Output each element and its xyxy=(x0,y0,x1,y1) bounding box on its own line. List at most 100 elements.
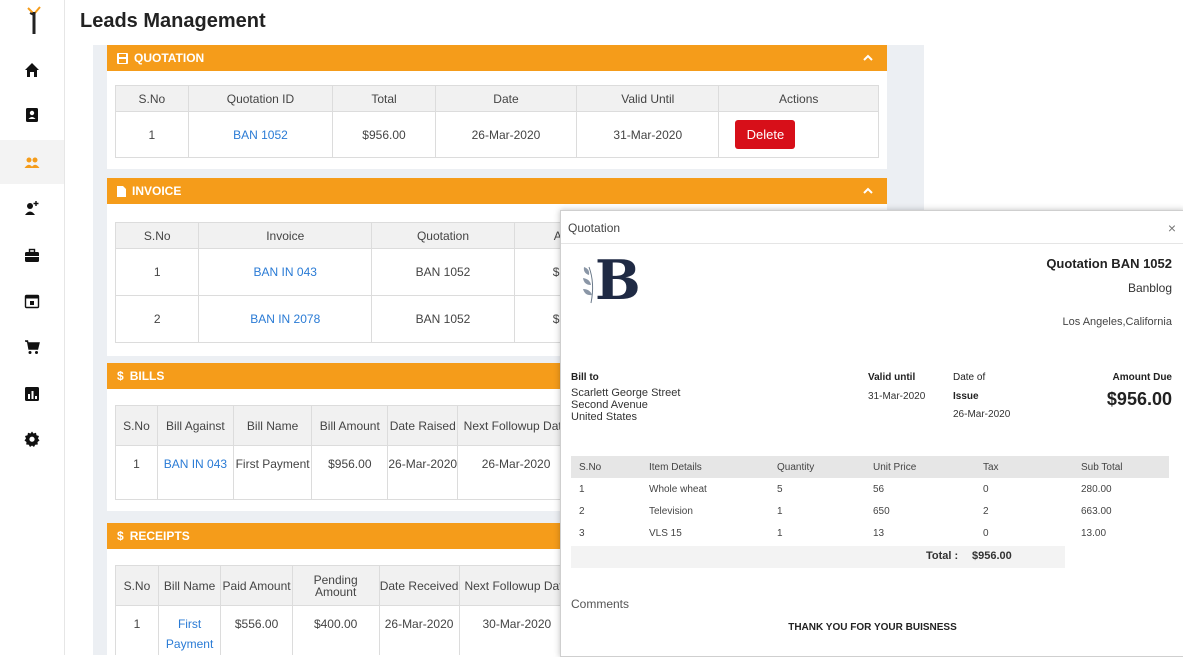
quotation-id-link[interactable]: BAN 1052 xyxy=(187,111,334,158)
delete-button[interactable]: Delete xyxy=(735,120,796,149)
company-logo: B xyxy=(581,251,641,311)
dollar-icon: $ xyxy=(117,529,124,543)
bill-name-cell: First Payment xyxy=(232,445,313,500)
item-details: Television xyxy=(649,505,693,517)
page-title: Leads Management xyxy=(80,10,266,32)
issue-date: 26-Mar-2020 xyxy=(953,409,1011,420)
app-logo[interactable] xyxy=(22,4,46,36)
home-icon xyxy=(25,63,39,77)
amount-due-value: $956.00 xyxy=(1106,389,1172,409)
item-sno: 1 xyxy=(579,483,585,495)
item-tax: 2 xyxy=(983,505,989,517)
sidebar-item-leads[interactable] xyxy=(0,140,64,184)
bill-against-link[interactable]: BAN IN 043 xyxy=(156,445,234,500)
company-location: Los Angeles,California xyxy=(1062,316,1172,328)
column-header: Bill Name xyxy=(232,405,313,446)
comments-label: Comments xyxy=(571,597,630,611)
quotation-panel: QUOTATION S.No Quotation ID Total Date V… xyxy=(107,45,887,169)
chevron-up-icon[interactable] xyxy=(861,51,875,65)
address-line: Second Avenue xyxy=(571,399,648,411)
sidebar-item-home[interactable] xyxy=(0,48,64,92)
cart-icon xyxy=(25,340,40,354)
sidebar-item-reports[interactable] xyxy=(0,372,64,416)
item-unit-price: 13 xyxy=(873,527,885,539)
column-header: S.No xyxy=(571,456,641,478)
invoice-link[interactable]: BAN IN 2078 xyxy=(198,295,373,343)
quotation-table: S.No Quotation ID Total Date Valid Until… xyxy=(115,85,879,158)
column-header: Bill Against xyxy=(156,405,234,446)
modal-title: Quotation xyxy=(568,221,621,235)
items-table: S.No Item Details Quantity Unit Price Ta… xyxy=(571,456,1169,544)
table-row: 1 BAN 1052 $956.00 26-Mar-2020 31-Mar-20… xyxy=(115,111,879,158)
modal-header: Quotation × xyxy=(561,211,1183,244)
bill-name-link[interactable]: First Payment xyxy=(157,605,222,655)
date-received-cell: 26-Mar-2020 xyxy=(378,605,460,655)
total-cell: $956.00 xyxy=(332,111,436,158)
column-header: Total xyxy=(332,85,436,112)
column-header: Date Received xyxy=(378,565,460,606)
quotation-number: Quotation BAN 1052 xyxy=(1046,256,1172,271)
item-sno: 3 xyxy=(579,527,585,539)
column-header: Next Followup Date xyxy=(458,565,576,606)
valid-until-date: 31-Mar-2020 xyxy=(868,391,926,402)
sidebar-item-contacts[interactable] xyxy=(0,93,64,137)
item-unit-price: 56 xyxy=(873,483,885,495)
item-quantity: 1 xyxy=(777,505,783,517)
pending-amount-cell: $400.00 xyxy=(291,605,380,655)
bill-to-address: Scarlett George Street Second Avenue Uni… xyxy=(571,387,680,423)
sno-cell: 1 xyxy=(114,248,200,296)
sno-cell: 1 xyxy=(115,605,159,655)
dollar-icon: $ xyxy=(117,369,124,383)
quotation-cell: BAN 1052 xyxy=(371,248,515,296)
valid-until-label: Valid until xyxy=(868,372,916,383)
column-header: S.No xyxy=(115,85,189,112)
sidebar-item-calendar[interactable] xyxy=(0,279,64,323)
item-tax: 0 xyxy=(983,483,989,495)
report-icon xyxy=(25,387,39,401)
quotation-panel-header[interactable]: QUOTATION xyxy=(107,45,887,71)
table-row: 3 VLS 15 1 13 0 13.00 xyxy=(571,522,1169,544)
logo-letter: B xyxy=(595,248,641,312)
column-header: Item Details xyxy=(641,456,769,478)
item-quantity: 5 xyxy=(777,483,783,495)
column-header: Pending Amount xyxy=(291,565,380,606)
sno-cell: 1 xyxy=(115,445,158,500)
item-details: Whole wheat xyxy=(649,483,707,495)
quotation-cell: BAN 1052 xyxy=(371,295,515,343)
column-header: Date xyxy=(434,85,578,112)
company-name: Banblog xyxy=(1127,281,1172,295)
invoice-panel-header[interactable]: INVOICE xyxy=(107,178,887,204)
sidebar-item-deals[interactable] xyxy=(0,234,64,278)
sidebar xyxy=(0,0,65,655)
actions-cell: Delete xyxy=(718,111,879,158)
column-header: Next Followup Date xyxy=(457,405,575,446)
item-quantity: 1 xyxy=(777,527,783,539)
thank-you-note: THANK YOU FOR YOUR BUISNESS xyxy=(788,622,957,633)
sidebar-item-cart[interactable] xyxy=(0,325,64,369)
column-header: Sub Total xyxy=(1073,456,1169,478)
invoice-link[interactable]: BAN IN 043 xyxy=(198,248,373,296)
total-row: Total : $956.00 xyxy=(571,546,1065,568)
column-header: Bill Name xyxy=(157,565,222,606)
close-icon[interactable]: × xyxy=(1168,220,1176,236)
sidebar-item-settings[interactable] xyxy=(0,417,64,461)
bill-to-label: Bill to xyxy=(571,372,599,383)
quotation-heading: QUOTATION xyxy=(134,51,205,65)
column-header: S.No xyxy=(115,565,159,606)
date-of-label: Date of xyxy=(953,372,986,383)
users-icon xyxy=(24,157,40,168)
column-header: S.No xyxy=(114,222,200,249)
quotation-modal: Quotation × B Quotation BAN 1052 Banblog… xyxy=(560,210,1183,657)
column-header: Paid Amount xyxy=(220,565,293,606)
invoice-heading: INVOICE xyxy=(132,184,182,198)
invoice-table: S.No Invoice Quotation Amount 1 BAN IN 0… xyxy=(114,222,636,343)
sidebar-item-add-user[interactable] xyxy=(0,186,64,230)
sno-cell: 2 xyxy=(114,295,200,343)
chevron-up-icon[interactable] xyxy=(861,184,875,198)
total-value: $956.00 xyxy=(972,550,1012,562)
column-header: Actions xyxy=(718,85,879,112)
item-tax: 0 xyxy=(983,527,989,539)
bills-table: S.No Bill Against Bill Name Bill Amount … xyxy=(115,405,575,500)
table-row: 1 BAN IN 043 First Payment $956.00 26-Ma… xyxy=(115,445,575,500)
save-icon xyxy=(117,52,128,64)
